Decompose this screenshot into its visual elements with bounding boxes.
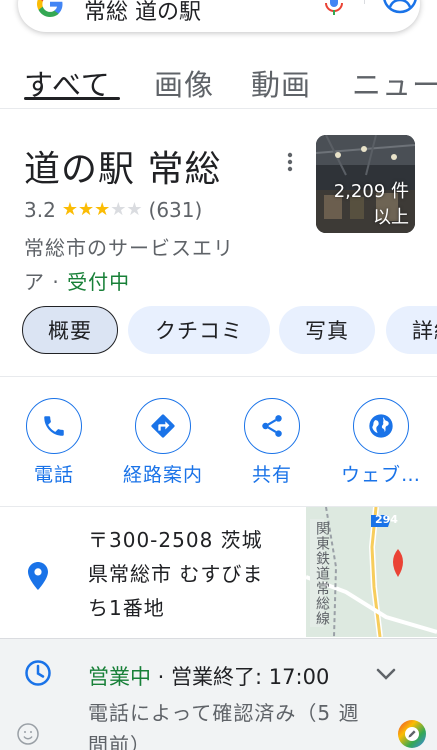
address-line2: 県常総市 むすびま [88, 562, 264, 586]
active-tab-indicator [24, 97, 120, 100]
clock-icon [25, 660, 51, 686]
account-avatar-icon[interactable] [382, 0, 418, 14]
hours-panel[interactable]: 営業中 · 営業終了: 17:00 電話によって確認済み（5 週 間前） [0, 638, 437, 750]
star-filled-icon: ★ [94, 199, 111, 220]
edit-button[interactable] [398, 720, 426, 748]
directions-label: 経路案内 [122, 464, 203, 486]
share-action[interactable]: 共有 [227, 398, 317, 487]
photo-count-line1: 2,209 件 [333, 181, 409, 202]
address-line3: ち1番地 [88, 596, 165, 620]
star-empty-icon: ★ [110, 199, 127, 220]
star-filled-icon: ★ [77, 199, 95, 220]
verified-line2: 間前） [88, 733, 151, 750]
search-divider [364, 0, 365, 4]
verified-line1: 電話によって確認済み（5 週 [88, 701, 360, 725]
hours-verified-note: 電話によって確認済み（5 週 間前） [88, 697, 413, 750]
open-status: 受付中 [67, 270, 131, 294]
call-button[interactable] [26, 398, 82, 454]
share-label: 共有 [251, 464, 292, 486]
call-label: 電話 [33, 464, 74, 486]
chip-photos[interactable]: 写真 [279, 306, 375, 354]
rating-value: 3.2 [24, 198, 56, 222]
closing-time: 営業終了: 17:00 [171, 665, 330, 689]
hours-separator: · [151, 665, 172, 689]
review-count: (631) [148, 198, 203, 222]
hours-summary[interactable]: 営業中 · 営業終了: 17:00 [88, 661, 329, 691]
search-query[interactable]: 常総 道の駅 [84, 0, 201, 26]
photo-count-line2: 以上 [373, 207, 409, 228]
chip-overview[interactable]: 概要 [22, 306, 118, 354]
share-button[interactable] [244, 398, 300, 454]
directions-button[interactable] [135, 398, 191, 454]
directions-action[interactable]: 経路案内 [118, 398, 208, 487]
place-category-cont: ア [24, 270, 45, 294]
more-options-icon[interactable] [284, 151, 296, 173]
map-thumbnail[interactable]: 294 関東鉄道常総線 [306, 507, 437, 637]
website-button[interactable] [353, 398, 409, 454]
chips-divider [0, 376, 437, 377]
place-category: 常総市のサービスエリ [24, 236, 234, 260]
chevron-down-icon[interactable] [376, 667, 396, 681]
star-filled-icon: ★ [61, 199, 78, 220]
place-title: 道の駅 常総 [24, 149, 222, 190]
chip-details[interactable]: 詳細 [386, 306, 437, 354]
address-row[interactable]: 〒300-2508 茨城 県常総市 むすびま ち1番地 294 関東鉄道常総線 [0, 507, 437, 637]
google-logo-icon [37, 0, 63, 17]
map-route-number: 294 [375, 513, 398, 526]
address-line1: 〒300-2508 茨城 [88, 528, 263, 552]
tab-images[interactable]: 画像 [154, 62, 214, 104]
open-now-status: 営業中 [88, 665, 151, 689]
call-action[interactable]: 電話 [9, 398, 99, 487]
tab-news[interactable]: ニュー [352, 62, 437, 104]
website-label: ウェブ… [340, 464, 421, 486]
rating-row[interactable]: 3.2 ★ ★ ★ ★ ★ (631) [24, 198, 202, 222]
star-empty-icon: ★ [126, 199, 143, 220]
feedback-smiley-icon[interactable] [16, 722, 40, 746]
globe-icon [369, 414, 393, 438]
address-text[interactable]: 〒300-2508 茨城 県常総市 むすびま ち1番地 [88, 523, 298, 625]
share-icon [262, 415, 282, 437]
tab-videos[interactable]: 動画 [251, 62, 311, 104]
directions-icon [151, 414, 175, 438]
section-chips: 概要 クチコミ 写真 詳細 [0, 306, 437, 356]
rating-stars: ★ ★ ★ ★ ★ [62, 200, 143, 220]
mic-icon[interactable] [323, 0, 345, 16]
website-action[interactable]: ウェブ… [336, 398, 426, 487]
status-separator: · [45, 270, 68, 294]
photo-gallery-tile[interactable]: 2,209 件 以上 [316, 135, 415, 233]
place-category-status: ア · 受付中 [24, 266, 130, 295]
search-bar[interactable]: 常総 道の駅 [18, 0, 420, 32]
phone-icon [44, 416, 64, 436]
pencil-icon [405, 727, 419, 741]
location-pin-icon [28, 562, 48, 590]
map-railway-label: 関東鉄道常総線 [314, 521, 330, 626]
tabs-divider [0, 108, 437, 109]
chip-reviews[interactable]: クチコミ [128, 306, 270, 354]
